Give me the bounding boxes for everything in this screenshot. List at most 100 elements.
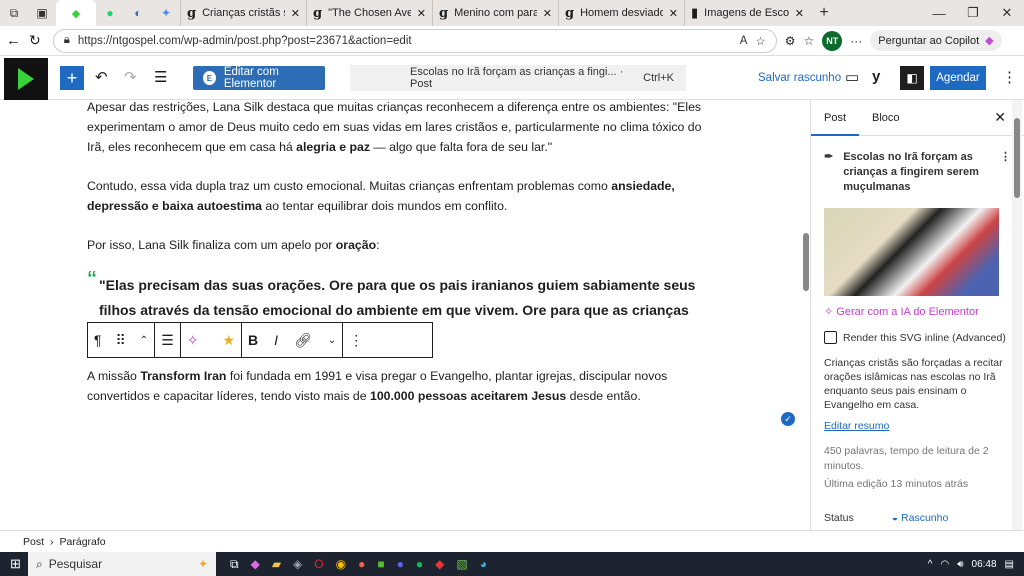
more-icon[interactable]: ··· xyxy=(850,34,862,48)
restore-button[interactable]: ❐ xyxy=(956,5,990,21)
paragraph-block[interactable]: A missão Transform Iran foi fundada em 1… xyxy=(87,366,707,406)
new-tab-button[interactable]: + xyxy=(810,0,838,26)
taskbar-search[interactable]: ⌕ Pesquisar ✦ xyxy=(28,552,216,576)
preview-icon[interactable]: ▭ xyxy=(845,68,859,86)
close-icon[interactable]: ✕ xyxy=(291,7,300,20)
url-field[interactable]: 🔒︎ https://ntgospel.com/wp-admin/post.ph… xyxy=(52,28,777,53)
minimize-button[interactable]: — xyxy=(922,6,956,21)
chrome-icon[interactable]: ◉ xyxy=(336,557,346,572)
document-overview-icon[interactable]: ☰ xyxy=(154,68,167,86)
chevron-up-icon[interactable]: ^ xyxy=(928,559,933,570)
breadcrumb-paragraph[interactable]: Parágrafo xyxy=(60,536,106,548)
italic-icon[interactable]: I xyxy=(274,332,278,348)
close-icon[interactable]: ✕ xyxy=(543,7,552,20)
yoast-icon[interactable]: y xyxy=(872,68,880,85)
featured-image[interactable] xyxy=(824,208,999,296)
edit-with-elementor-button[interactable]: E Editar com Elementor xyxy=(193,66,325,90)
browser-tab[interactable]: gCrianças cristãs são fo✕ xyxy=(180,0,306,26)
close-icon[interactable]: ✕ xyxy=(994,109,1006,126)
link-icon[interactable]: 🔗︎ xyxy=(294,332,312,349)
minecraft-icon[interactable]: ■ xyxy=(377,557,384,572)
breadcrumb-post[interactable]: Post xyxy=(23,536,44,548)
close-window-button[interactable]: ✕ xyxy=(990,5,1024,21)
redo-icon[interactable]: ↷ xyxy=(124,68,137,86)
quote-block[interactable]: "Elas precisam das suas orações. Ore par… xyxy=(87,273,697,323)
tab-post[interactable]: Post xyxy=(811,100,860,136)
more-formatting-chevron-icon[interactable]: ⌄ xyxy=(328,335,336,346)
browser-tab[interactable]: g"The Chosen Aventur✕ xyxy=(306,0,432,26)
content-scrollbar[interactable] xyxy=(802,100,810,530)
move-up-down-icon[interactable]: ⌃ xyxy=(140,335,148,346)
bold-icon[interactable]: B xyxy=(248,332,258,348)
back-icon[interactable]: ← xyxy=(6,32,21,49)
status-button[interactable]: ◒ Rascunho xyxy=(892,512,949,524)
svg-inline-checkbox[interactable]: Render this SVG inline (Advanced) xyxy=(824,331,1011,344)
add-block-button[interactable]: + xyxy=(60,66,84,90)
copilot-button[interactable]: Perguntar ao Copilot ◆ xyxy=(870,30,1002,51)
profile-avatar[interactable]: NT xyxy=(822,30,843,51)
discord-icon[interactable]: ● xyxy=(397,557,404,572)
app-icon[interactable]: ● xyxy=(358,557,365,572)
refresh-icon[interactable]: ↻ xyxy=(29,32,41,49)
schedule-button[interactable]: Agendar xyxy=(930,66,986,90)
app-icon[interactable]: ◆ xyxy=(435,557,444,572)
block-options-icon[interactable]: ⋮ xyxy=(349,332,363,349)
taskbar: ⊞ ⌕ Pesquisar ✦ ⧉ ◆ ▰ ◈ O ◉ ● ■ ● ● ◆ ▧ ◕ … xyxy=(0,552,1024,576)
wifi-icon[interactable]: ◠ xyxy=(940,559,949,570)
paragraph-icon[interactable]: ¶ xyxy=(94,332,102,348)
settings-sidebar: Post Bloco ✕ ✒ Escolas no Irã forçam as c… xyxy=(810,100,1024,530)
app-icon[interactable]: ◈ xyxy=(293,557,302,572)
opera-icon[interactable]: O xyxy=(314,557,323,572)
close-icon[interactable]: ✕ xyxy=(795,7,804,20)
tab-block[interactable]: Bloco xyxy=(859,100,913,136)
tab-actions-icon[interactable]: ▣ xyxy=(28,0,56,26)
extensions-icon[interactable]: ⚙ xyxy=(785,34,796,48)
clock[interactable]: 06:48 xyxy=(972,559,997,570)
ai-write-icon[interactable]: ★ xyxy=(222,332,235,349)
task-view-icon[interactable]: ⧉ xyxy=(230,557,239,572)
close-icon[interactable]: ✕ xyxy=(669,7,678,20)
favorite-star-icon[interactable]: ☆ xyxy=(755,34,765,48)
edge-icon[interactable]: ◕ xyxy=(480,557,487,572)
gemini-tab-icon[interactable]: ✦ xyxy=(152,0,180,26)
checkmark-icon[interactable]: ✓ xyxy=(781,412,795,426)
tab-ntgospel-admin[interactable]: ◆ xyxy=(56,0,96,26)
system-tray: ^ ◠ 🔊︎ 06:48 ▤ xyxy=(928,559,1024,570)
whatsapp-tab-icon[interactable]: ● xyxy=(96,0,124,26)
save-draft-button[interactable]: Salvar rascunho xyxy=(758,72,841,84)
windows-start-icon[interactable]: ⊞ xyxy=(10,556,21,572)
pinned-tab-icon[interactable]: ◐ xyxy=(124,0,152,26)
settings-sidebar-toggle[interactable]: ◧ xyxy=(900,66,924,90)
sidebar-scrollbar[interactable] xyxy=(1012,100,1022,530)
copilot-sparkle-icon: ✦ xyxy=(197,557,208,571)
browser-tab[interactable]: gMenino com paralisia✕ xyxy=(432,0,558,26)
drag-handle-icon[interactable]: ⠿ xyxy=(116,332,126,349)
close-icon[interactable]: ✕ xyxy=(417,7,426,20)
favorites-icon[interactable]: ☆ xyxy=(804,34,815,48)
paragraph-block[interactable]: Por isso, Lana Silk finaliza com um apel… xyxy=(87,235,707,255)
align-icon[interactable]: ☰ xyxy=(161,332,174,349)
chevron-right-icon: › xyxy=(50,535,54,548)
options-icon[interactable]: ⋮ xyxy=(1002,68,1017,86)
volume-icon[interactable]: 🔊︎ xyxy=(957,559,963,570)
checkbox-icon[interactable] xyxy=(824,331,837,344)
read-aloud-icon[interactable]: A xyxy=(740,35,748,47)
file-explorer-icon[interactable]: ▰ xyxy=(272,557,281,572)
workspaces-icon[interactable]: ⧉ xyxy=(0,0,28,26)
spotify-icon[interactable]: ● xyxy=(416,557,423,572)
paragraph-block[interactable]: Contudo, essa vida dupla traz um custo e… xyxy=(87,176,707,216)
site-info-icon[interactable]: 🔒︎ xyxy=(64,34,70,47)
generate-ai-link[interactable]: ✧ Gerar com a IA do Elementor xyxy=(824,305,1011,318)
copilot-app-icon[interactable]: ◆ xyxy=(251,557,260,572)
command-palette[interactable]: Escolas no Irã forçam as crianças a fing… xyxy=(350,65,686,91)
paragraph-block[interactable]: Apesar das restrições, Lana Silk destaca… xyxy=(87,100,707,157)
undo-icon[interactable]: ↶ xyxy=(95,68,108,86)
browser-tab[interactable]: ▮Imagens de Escolas N✕ xyxy=(684,0,810,26)
post-actions-icon[interactable]: ⋮ xyxy=(1000,150,1011,195)
site-logo[interactable] xyxy=(4,58,48,100)
app-icon[interactable]: ▧ xyxy=(456,557,467,572)
edit-excerpt-link[interactable]: Editar resumo xyxy=(824,420,1011,432)
browser-tab[interactable]: gHomem desviado há✕ xyxy=(558,0,684,26)
notifications-icon[interactable]: ▤ xyxy=(1005,559,1014,570)
ai-sparkle-icon[interactable]: ✧ xyxy=(187,332,199,349)
